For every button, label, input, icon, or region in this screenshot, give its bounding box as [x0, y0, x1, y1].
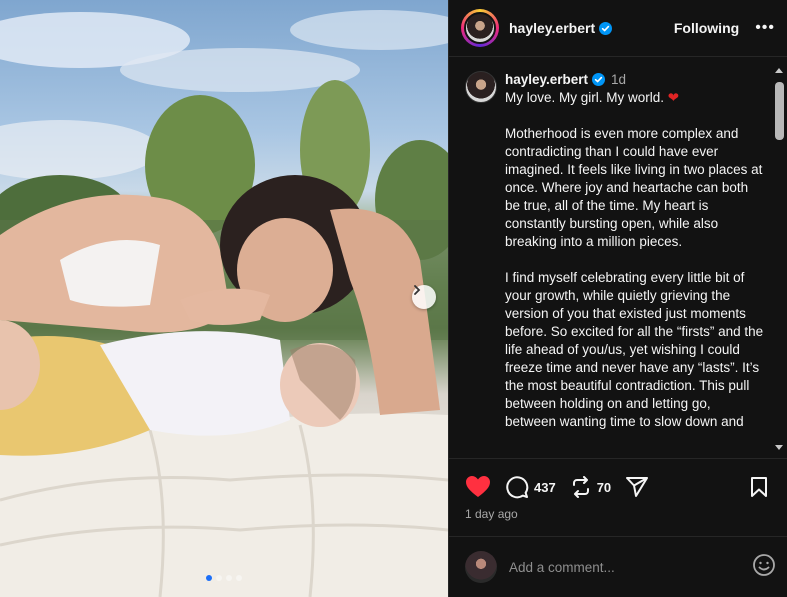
- carousel-indicator: [0, 575, 448, 581]
- emoji-icon: [753, 553, 775, 576]
- carousel-dot-active: [206, 575, 212, 581]
- verified-badge-icon: [592, 73, 606, 86]
- comment-icon: [506, 476, 529, 499]
- action-bar: 437 70: [449, 472, 787, 502]
- story-ring[interactable]: [461, 9, 499, 47]
- post-panel: hayley.erbert Following ••• hayley.erber…: [448, 0, 787, 597]
- carousel-dot: [226, 575, 232, 581]
- caption-body: hayley.erbert 1d My love. My girl. My wor…: [505, 71, 765, 431]
- my-avatar: [465, 551, 497, 583]
- chevron-right-icon: [414, 285, 421, 295]
- share-icon: [626, 477, 649, 497]
- repost-icon: [572, 476, 589, 498]
- more-options-icon[interactable]: •••: [755, 19, 775, 37]
- heart-emoji: ❤: [667, 90, 680, 105]
- header-username[interactable]: hayley.erbert: [509, 20, 595, 36]
- caption-first-line: My love. My girl. My world. ❤: [505, 89, 765, 107]
- caption-scrollbar[interactable]: [773, 60, 785, 458]
- carousel-dot: [216, 575, 222, 581]
- next-image-button[interactable]: [412, 285, 436, 309]
- post-photo: [0, 0, 448, 597]
- following-button[interactable]: Following: [674, 20, 739, 36]
- like-button[interactable]: [465, 475, 491, 499]
- verified-badge-icon: [599, 21, 613, 35]
- share-button[interactable]: [625, 476, 649, 498]
- save-button[interactable]: [750, 476, 768, 498]
- comment-button[interactable]: 437: [505, 475, 556, 499]
- scroll-up-arrow-icon[interactable]: [775, 68, 783, 73]
- caption-first-text: My love. My girl. My world.: [505, 90, 668, 105]
- comment-count: 437: [534, 479, 556, 495]
- bookmark-icon: [751, 477, 767, 497]
- comment-bar: [449, 536, 787, 597]
- post-timestamp[interactable]: 1 day ago: [465, 507, 518, 521]
- post-header: hayley.erbert Following •••: [449, 0, 787, 57]
- comment-input[interactable]: [509, 559, 752, 575]
- scroll-down-arrow-icon[interactable]: [775, 445, 783, 450]
- caption-time: 1d: [611, 72, 627, 87]
- repost-button[interactable]: 70: [570, 476, 611, 498]
- caption-text: Motherhood is even more complex and cont…: [505, 126, 764, 429]
- emoji-button[interactable]: [752, 553, 776, 582]
- caption: hayley.erbert 1d My love. My girl. My wor…: [449, 57, 787, 431]
- caption-avatar[interactable]: [465, 71, 497, 103]
- caption-area: hayley.erbert 1d My love. My girl. My wor…: [449, 57, 787, 459]
- heart-filled-icon: [466, 476, 490, 497]
- carousel-dot: [236, 575, 242, 581]
- scroll-thumb[interactable]: [775, 82, 784, 140]
- photo-scene: [0, 10, 448, 597]
- repost-count: 70: [596, 479, 612, 495]
- avatar: [464, 12, 496, 44]
- caption-username[interactable]: hayley.erbert: [505, 72, 588, 87]
